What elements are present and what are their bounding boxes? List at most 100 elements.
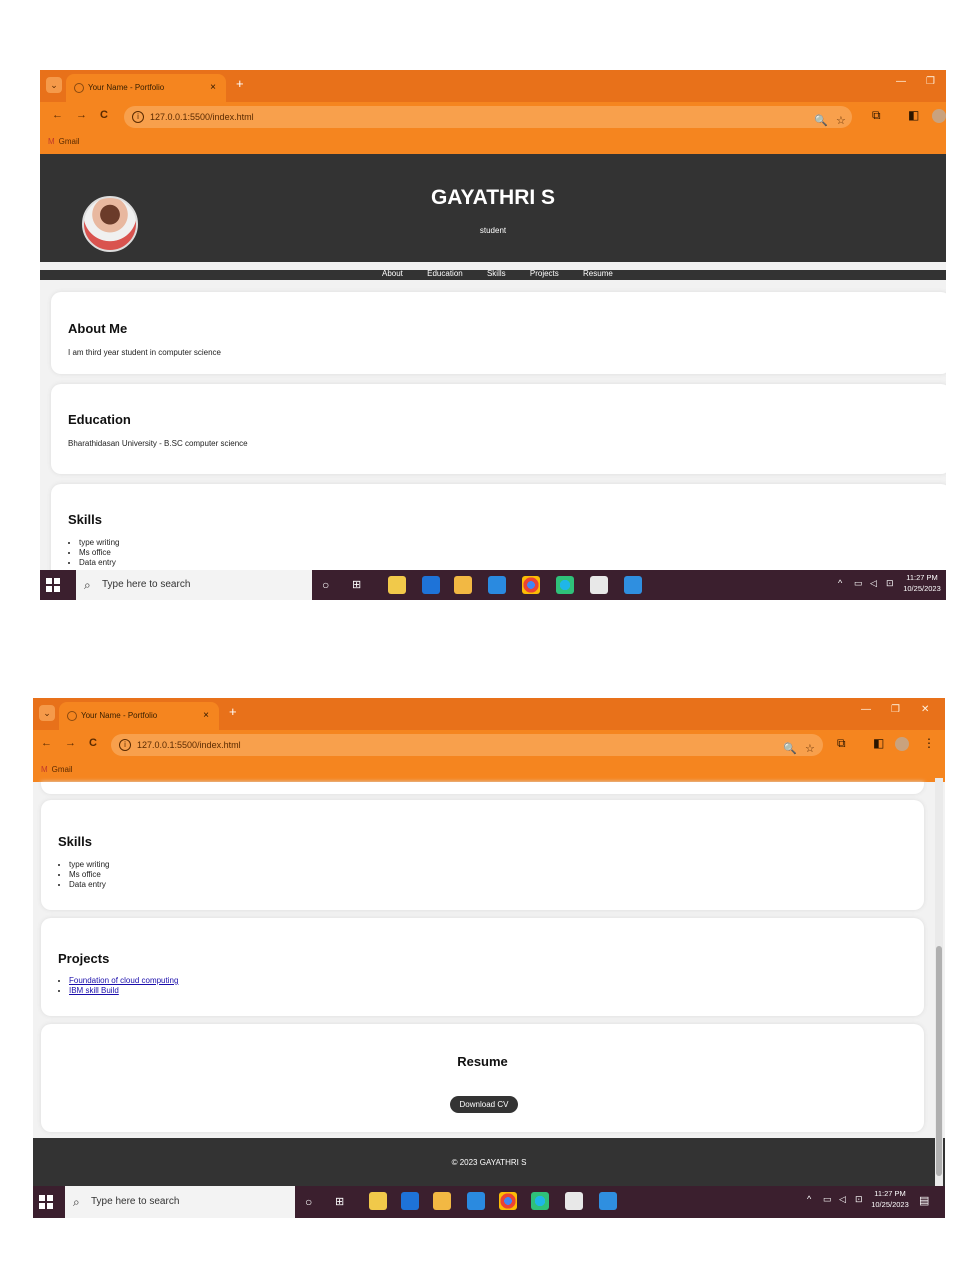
calendar-app-icon[interactable] (388, 576, 406, 594)
notepad-icon[interactable] (565, 1192, 583, 1210)
windows-start-icon[interactable] (46, 578, 60, 592)
list-item: IBM skill Build (69, 986, 178, 996)
forward-button[interactable]: → (76, 109, 87, 121)
nav-education[interactable]: Education (427, 269, 463, 278)
site-footer: © 2023 GAYATHRI S (33, 1138, 945, 1186)
nav-projects[interactable]: Projects (530, 269, 559, 278)
restore-button[interactable]: ❐ (891, 704, 900, 715)
education-title: Education (68, 412, 131, 427)
tab-search-button[interactable]: ⌄ (46, 77, 62, 93)
reload-button[interactable]: C (89, 737, 97, 749)
bookmark-gmail[interactable]: M Gmail (48, 137, 80, 146)
back-button[interactable]: ← (41, 737, 52, 749)
browser-toolbar: ← → C i 127.0.0.1:5500/index.html 🔍 ☆ ⧉ … (40, 102, 946, 132)
chrome-icon[interactable] (499, 1192, 517, 1210)
bookmarks-bar: M Gmail (40, 132, 946, 154)
scrollbar-thumb[interactable] (936, 946, 942, 1176)
profile-avatar[interactable] (932, 109, 946, 123)
battery-icon[interactable]: ▭ (823, 1194, 832, 1205)
task-view-icon[interactable]: ⊞ (352, 578, 370, 596)
tab-close-icon[interactable]: × (210, 74, 216, 102)
chrome-icon[interactable] (522, 576, 540, 594)
clock-date: 10/25/2023 (871, 1200, 909, 1209)
globe-icon (67, 711, 77, 721)
extensions-icon[interactable]: ⧉ (837, 736, 846, 751)
resume-section: Resume Download CV (41, 1024, 924, 1132)
network-icon[interactable]: ⊡ (886, 578, 894, 589)
bookmark-star-icon[interactable]: ☆ (836, 110, 846, 132)
tab-close-icon[interactable]: × (203, 702, 209, 730)
extensions-icon[interactable]: ⧉ (872, 108, 881, 123)
ie-icon[interactable] (422, 576, 440, 594)
edge-icon[interactable] (556, 576, 574, 594)
taskbar-search[interactable]: ⌕ Type here to search (76, 570, 312, 600)
notification-icon[interactable]: ▤ (919, 1194, 929, 1207)
new-tab-button[interactable]: + (236, 76, 244, 91)
tab-title: Your Name - Portfolio (81, 711, 158, 720)
volume-icon[interactable]: ◁ (870, 578, 877, 589)
skills-title: Skills (58, 834, 92, 849)
cortana-icon[interactable]: ○ (322, 578, 340, 596)
edge-icon[interactable] (531, 1192, 549, 1210)
back-button[interactable]: ← (52, 109, 63, 121)
new-tab-button[interactable]: + (229, 704, 237, 719)
address-bar[interactable]: i 127.0.0.1:5500/index.html 🔍 ☆ (111, 734, 823, 756)
side-panel-icon[interactable]: ◧ (873, 736, 884, 750)
skills-section: Skills type writing Ms office Data entry (41, 800, 924, 910)
project-link-ibm[interactable]: IBM skill Build (69, 986, 119, 995)
vscode-icon[interactable] (624, 576, 642, 594)
zoom-icon[interactable]: 🔍 (783, 738, 797, 760)
site-info-icon[interactable]: i (119, 739, 131, 751)
file-explorer-icon[interactable] (433, 1192, 451, 1210)
site-info-icon[interactable]: i (132, 111, 144, 123)
notepad-icon[interactable] (590, 576, 608, 594)
nav-resume[interactable]: Resume (583, 269, 613, 278)
download-cv-button[interactable]: Download CV (450, 1096, 518, 1113)
task-view-icon[interactable]: ⊞ (335, 1195, 353, 1213)
file-explorer-icon[interactable] (454, 576, 472, 594)
close-button[interactable]: ✕ (921, 704, 929, 715)
minimize-button[interactable]: — (861, 704, 871, 715)
browser-tab[interactable]: Your Name - Portfolio × (59, 702, 219, 730)
browser-menu-icon[interactable]: ⋮ (923, 736, 935, 750)
bookmark-label: Gmail (51, 765, 73, 774)
windows-start-icon[interactable] (39, 1195, 53, 1209)
taskbar-clock[interactable]: 11:27 PM 10/25/2023 (902, 572, 942, 594)
forward-button[interactable]: → (65, 737, 76, 749)
tray-chevron-icon[interactable]: ^ (838, 578, 842, 588)
tab-search-button[interactable]: ⌄ (39, 705, 55, 721)
tray-chevron-icon[interactable]: ^ (807, 1194, 811, 1204)
mail-icon[interactable] (467, 1192, 485, 1210)
bookmark-star-icon[interactable]: ☆ (805, 738, 815, 760)
volume-icon[interactable]: ◁ (839, 1194, 846, 1205)
address-bar[interactable]: i 127.0.0.1:5500/index.html 🔍 ☆ (124, 106, 852, 128)
bookmark-gmail[interactable]: M Gmail (41, 765, 73, 774)
cortana-icon[interactable]: ○ (305, 1195, 323, 1213)
projects-list: Foundation of cloud computing IBM skill … (69, 976, 178, 996)
education-section: Education Bharathidasan University - B.S… (51, 384, 946, 474)
network-icon[interactable]: ⊡ (855, 1194, 863, 1205)
restore-button[interactable]: ❐ (926, 76, 935, 87)
list-item: Data entry (69, 880, 109, 890)
nav-about[interactable]: About (382, 269, 403, 278)
minimize-button[interactable]: — (896, 76, 906, 87)
taskbar-clock[interactable]: 11:27 PM 10/25/2023 (869, 1188, 911, 1210)
about-section: About Me I am third year student in comp… (51, 292, 946, 374)
browser-tab[interactable]: Your Name - Portfolio × (66, 74, 226, 102)
mail-icon[interactable] (488, 576, 506, 594)
taskbar-search[interactable]: ⌕ Type here to search (65, 1186, 295, 1218)
tab-title: Your Name - Portfolio (88, 83, 165, 92)
reload-button[interactable]: C (100, 109, 108, 121)
battery-icon[interactable]: ▭ (854, 578, 863, 589)
calendar-app-icon[interactable] (369, 1192, 387, 1210)
ie-icon[interactable] (401, 1192, 419, 1210)
side-panel-icon[interactable]: ◧ (908, 108, 919, 122)
zoom-icon[interactable]: 🔍 (814, 110, 828, 132)
page-scrollbar[interactable] (935, 778, 943, 1186)
project-link-cloud[interactable]: Foundation of cloud computing (69, 976, 178, 985)
search-placeholder: Type here to search (91, 1196, 180, 1207)
profile-avatar[interactable] (895, 737, 909, 751)
nav-skills[interactable]: Skills (487, 269, 506, 278)
list-item: Ms office (69, 870, 109, 880)
vscode-icon[interactable] (599, 1192, 617, 1210)
